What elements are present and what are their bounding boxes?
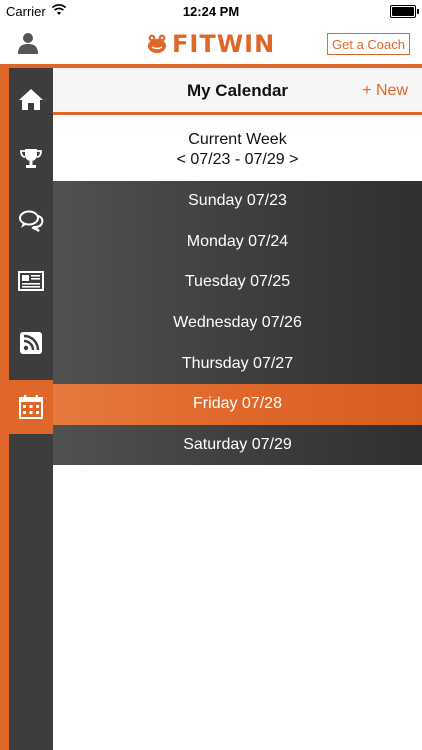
day-row-sunday[interactable]: Sunday 07/23 bbox=[53, 181, 422, 222]
clock: 12:24 PM bbox=[182, 4, 240, 19]
chat-icon bbox=[19, 210, 44, 232]
sidebar-item-feed[interactable] bbox=[9, 318, 53, 368]
sidebar bbox=[9, 68, 53, 750]
battery-icon bbox=[390, 5, 419, 18]
sidebar-item-chat[interactable] bbox=[9, 196, 53, 246]
day-row-wednesday[interactable]: Wednesday 07/26 bbox=[53, 302, 422, 344]
sidebar-accent-strip bbox=[0, 68, 9, 750]
top-nav: FITWIN Get a Coach bbox=[0, 22, 422, 64]
day-row-saturday[interactable]: Saturday 07/29 bbox=[53, 424, 422, 466]
week-range-navigator[interactable]: < 07/23 - 07/29 > bbox=[53, 151, 422, 169]
sidebar-item-challenges[interactable] bbox=[9, 134, 53, 184]
day-list: Sunday 07/23 Monday 07/24 Tuesday 07/25 … bbox=[53, 181, 422, 466]
day-row-friday[interactable]: Friday 07/28 bbox=[53, 383, 422, 425]
new-event-button[interactable]: + New bbox=[362, 82, 408, 100]
brand-name: FITWIN bbox=[172, 30, 276, 58]
rss-icon bbox=[20, 332, 42, 354]
sidebar-item-home[interactable] bbox=[9, 74, 53, 124]
app-logo: FITWIN bbox=[146, 30, 275, 58]
sidebar-item-calendar[interactable] bbox=[9, 380, 53, 434]
sidebar-item-news[interactable] bbox=[9, 256, 53, 306]
frog-logo-icon bbox=[148, 34, 166, 53]
calendar-header: My Calendar + New bbox=[53, 68, 422, 112]
home-icon bbox=[19, 89, 43, 110]
status-bar: Carrier 12:24 PM bbox=[0, 0, 422, 22]
user-icon[interactable] bbox=[16, 31, 40, 55]
current-week-label: Current Week bbox=[188, 131, 287, 148]
day-row-tuesday[interactable]: Tuesday 07/25 bbox=[53, 262, 422, 303]
calendar-icon bbox=[19, 395, 43, 419]
newspaper-icon bbox=[18, 271, 44, 291]
get-a-coach-button[interactable]: Get a Coach bbox=[327, 33, 410, 55]
day-row-thursday[interactable]: Thursday 07/27 bbox=[53, 343, 422, 384]
trophy-icon bbox=[20, 149, 42, 168]
week-selector: Current Week < 07/23 - 07/29 > bbox=[53, 115, 422, 181]
day-row-monday[interactable]: Monday 07/24 bbox=[53, 221, 422, 263]
